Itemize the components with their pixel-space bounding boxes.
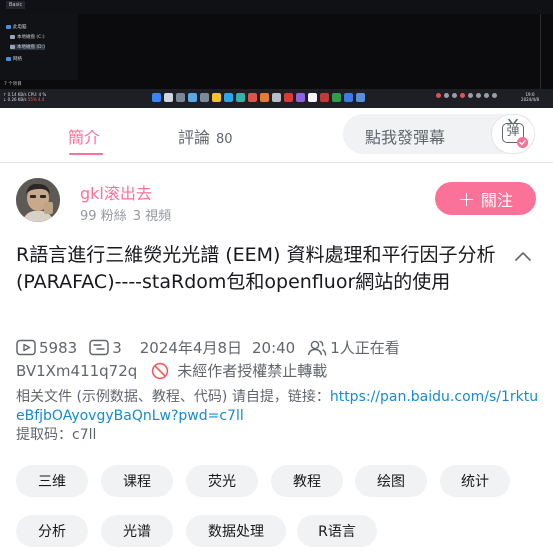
views-count: 5983 (39, 338, 78, 357)
windows-taskbar: ↑ 0.14 KB/s CPU: 4 % ↓ 0.26 KB/s 55% 4.4 (0, 89, 553, 108)
search-icon (164, 93, 173, 102)
bvid[interactable]: BV1Xm411q72q (16, 362, 137, 380)
tag-chip[interactable]: 统计 (440, 465, 510, 497)
extract-code: 提取码：c7ll (16, 427, 97, 443)
watching-stat: 1人正在看 (307, 337, 400, 358)
avatar-image (16, 178, 60, 222)
app-icon (356, 93, 365, 102)
volume-icon (492, 93, 497, 98)
video-description: 相关文件 (示例数据、教程、代码) 请自提，链接：https://pan.bai… (16, 388, 546, 445)
uploader-avatar[interactable] (16, 178, 60, 222)
explorer-status: 7 个项目 (4, 82, 22, 87)
app-icon (308, 93, 317, 102)
tab-comments-label: 評論 (178, 128, 211, 147)
description-text: 相关文件 (示例数据、教程、代码) 请自提，链接： (16, 389, 330, 405)
app-icon (260, 93, 269, 102)
danmaku-stat: 3 (89, 339, 122, 357)
tag-chip[interactable]: 绘图 (355, 465, 427, 497)
danmaku-count: 3 (112, 338, 122, 357)
tray-icon (476, 93, 481, 98)
net-monitor: ↑ 0.14 KB/s CPU: 4 % ↓ 0.26 KB/s 55% 4.4 (3, 92, 47, 102)
play-count-icon (16, 339, 36, 356)
tray-icon (460, 93, 465, 98)
app-icon (296, 93, 305, 102)
excel-icon (332, 93, 341, 102)
watching-count: 1人正在看 (330, 339, 400, 357)
tree-item: 此电脑 (6, 24, 27, 30)
settings-icon (188, 93, 197, 102)
tag-chip[interactable]: 教程 (271, 465, 343, 497)
danmaku-input[interactable]: 點我發彈幕 弹 (343, 114, 535, 154)
uploader-stats: 99 粉絲 3 視頻 (80, 205, 171, 224)
tree-item: 本地磁盘 (D:) (10, 44, 45, 50)
uploader-name[interactable]: gkl滚出去 (80, 180, 152, 204)
drive-icon (10, 35, 15, 39)
plus-icon: + (458, 186, 475, 211)
check-icon (517, 137, 528, 148)
active-tab-indicator (69, 153, 103, 155)
tag-chip[interactable]: 数据处理 (186, 515, 286, 547)
wifi-icon (484, 93, 489, 98)
drive-icon (10, 45, 15, 49)
tag-chip[interactable]: 分析 (16, 515, 88, 547)
explorer-nav-pane: 此电脑 本地磁盘 (C:) 本地磁盘 (D:) 网络 (0, 14, 78, 80)
copyright-notice: 未經作者授權禁止轉載 (177, 362, 328, 380)
taskbar-clock: 19:0 2024/4/8 (521, 92, 539, 102)
fans-count: 99 粉絲 (80, 209, 127, 224)
system-tray (436, 93, 497, 98)
tag-chip[interactable]: 课程 (101, 465, 173, 497)
tray-icon (436, 93, 441, 98)
video-title: R語言進行三維熒光光譜 (EEM) 資料處理和平行因子分析 (PARAFAC)-… (16, 244, 496, 293)
people-icon (308, 340, 327, 356)
computer-icon (6, 25, 11, 29)
tray-icon (452, 93, 457, 98)
edge-icon (224, 93, 233, 102)
start-icon (152, 93, 161, 102)
tray-icon (444, 93, 449, 98)
video-meta-2: BV1Xm411q72q 未經作者授權禁止轉載 (16, 360, 327, 381)
taskview-icon (176, 93, 185, 102)
danmaku-toggle-button[interactable]: 弹 (491, 114, 535, 154)
taskbar-apps (152, 93, 365, 102)
tag-chip[interactable]: 三维 (16, 465, 88, 497)
app-icon (272, 93, 281, 102)
app-icon (236, 93, 245, 102)
tag-chip[interactable]: 荧光 (186, 465, 258, 497)
app-icon (320, 93, 329, 102)
folder-icon (212, 93, 221, 102)
no-repost-icon (152, 362, 169, 379)
tag-chip[interactable]: R语言 (297, 515, 377, 547)
danmaku-count-icon (89, 339, 109, 356)
app-icon (200, 93, 209, 102)
tag-chip[interactable]: 光谱 (101, 515, 173, 547)
tree-item: 本地磁盘 (C:) (10, 34, 45, 40)
publish-time: 20:40 (252, 338, 296, 357)
tab-intro[interactable]: 簡介 (68, 124, 100, 148)
follow-button[interactable]: + 關注 (435, 182, 536, 215)
network-icon (6, 57, 11, 61)
tab-comments[interactable]: 評論 80 (178, 124, 233, 148)
video-count: 3 視頻 (132, 209, 172, 224)
views-stat: 5983 (16, 339, 77, 357)
chevron-up-icon[interactable] (514, 250, 532, 262)
tree-item: 网络 (6, 56, 22, 62)
follow-label: 關注 (480, 190, 513, 210)
divider (540, 14, 541, 89)
explorer-titlebar: Basic (0, 0, 553, 14)
tabs-divider (0, 162, 553, 163)
video-meta: 5983 3 2024年4月8日 20:40 1人正在看 (16, 337, 400, 358)
comment-count: 80 (216, 132, 233, 147)
app-icon (248, 93, 257, 102)
app-icon (344, 93, 353, 102)
publish-date: 2024年4月8日 (139, 339, 242, 357)
tray-icon (468, 93, 473, 98)
explorer-label: Basic (6, 1, 26, 9)
danmaku-placeholder: 點我發彈幕 (365, 128, 446, 147)
app-icon (284, 93, 293, 102)
video-player[interactable]: Basic 此电脑 本地磁盘 (C:) 本地磁盘 (D:) 网络 7 个项目 ↑… (0, 0, 553, 108)
